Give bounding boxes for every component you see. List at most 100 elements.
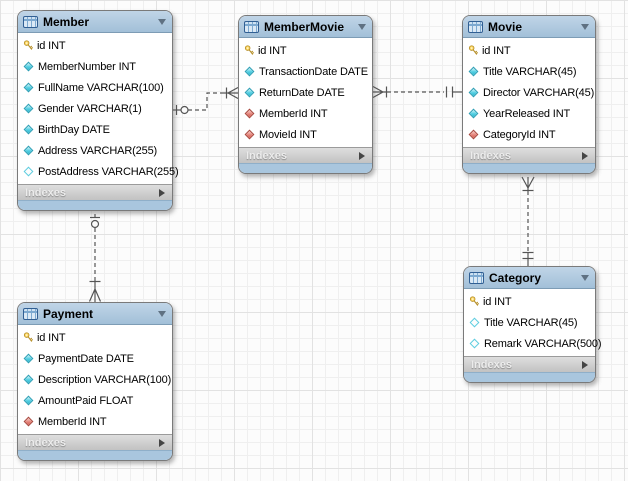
column-row[interactable]: id INT [18,35,172,56]
column-notnull-icon [24,375,34,385]
column-row[interactable]: MemberId INT [18,411,172,432]
column-label: Director VARCHAR(45) [483,87,594,99]
column-label: Gender VARCHAR(1) [38,103,142,115]
foreign-key-icon [24,417,34,427]
column-notnull-icon [24,83,34,93]
relationship-movie-category[interactable] [522,177,534,266]
primary-key-icon [469,296,480,307]
column-notnull-icon [24,62,34,72]
column-row[interactable]: Director VARCHAR(45) [463,82,595,103]
column-row[interactable]: Address VARCHAR(255) [18,140,172,161]
table-icon [23,308,38,320]
column-notnull-icon [469,67,479,77]
foreign-key-icon [245,109,255,119]
indexes-expand-icon[interactable] [159,439,165,447]
table-icon [23,16,38,28]
column-row[interactable]: Gender VARCHAR(1) [18,98,172,119]
column-list: id INT Title VARCHAR(45) Remark VARCHAR(… [464,289,595,356]
primary-key-icon [23,40,34,51]
column-row[interactable]: id INT [463,40,595,61]
indexes-row[interactable]: Indexes [464,356,595,372]
column-row[interactable]: FullName VARCHAR(100) [18,77,172,98]
column-row[interactable]: MemberNumber INT [18,56,172,77]
table-membermovie[interactable]: MemberMovie id INT TransactionDate DATE … [238,15,373,174]
indexes-row[interactable]: Indexes [239,147,372,163]
column-row[interactable]: ReturnDate DATE [239,82,372,103]
relationship-membermovie-movie[interactable] [373,87,462,98]
column-notnull-icon [469,88,479,98]
column-row[interactable]: Title VARCHAR(45) [463,61,595,82]
table-payment[interactable]: Payment id INT PaymentDate DATE Descript… [17,302,173,461]
column-row[interactable]: PaymentDate DATE [18,348,172,369]
column-row[interactable]: MovieId INT [239,124,372,145]
collapse-caret-icon[interactable] [581,24,589,30]
column-row[interactable]: BirthDay DATE [18,119,172,140]
primary-key-icon [468,45,479,56]
column-label: Title VARCHAR(45) [483,66,576,78]
table-header[interactable]: Member [18,11,172,33]
table-header[interactable]: Category [464,267,595,289]
table-header[interactable]: Movie [463,16,595,38]
indexes-row[interactable]: Indexes [18,184,172,200]
column-row[interactable]: Description VARCHAR(100) [18,369,172,390]
table-footer [18,450,172,460]
column-row[interactable]: YearReleased INT [463,103,595,124]
table-footer [18,200,172,210]
primary-key-icon [244,45,255,56]
collapse-caret-icon[interactable] [158,311,166,317]
primary-key-icon [23,332,34,343]
column-label: PostAddress VARCHAR(255) [38,166,178,178]
column-row[interactable]: id INT [464,291,595,312]
column-notnull-icon [245,88,255,98]
column-row[interactable]: Remark VARCHAR(500) [464,333,595,354]
column-label: ReturnDate DATE [259,87,345,99]
column-row[interactable]: id INT [239,40,372,61]
column-label: MemberId INT [38,416,107,428]
column-label: MovieId INT [259,129,317,141]
column-row[interactable]: id INT [18,327,172,348]
collapse-caret-icon[interactable] [358,24,366,30]
column-label: Address VARCHAR(255) [38,145,157,157]
column-notnull-icon [24,125,34,135]
relationship-member-payment[interactable] [90,214,101,302]
table-header[interactable]: MemberMovie [239,16,372,38]
column-label: MemberNumber INT [38,61,136,73]
indexes-label: Indexes [470,150,511,162]
column-label: YearReleased INT [483,108,570,120]
column-label: CategoryId INT [483,129,555,141]
column-list: id INT TransactionDate DATE ReturnDate D… [239,38,372,147]
table-category[interactable]: Category id INT Title VARCHAR(45) Remark… [463,266,596,383]
table-member[interactable]: Member id INT MemberNumber INT FullName … [17,10,173,211]
indexes-row[interactable]: Indexes [18,434,172,450]
eer-canvas[interactable]: Member id INT MemberNumber INT FullName … [0,0,628,481]
column-row[interactable]: Title VARCHAR(45) [464,312,595,333]
column-label: MemberId INT [259,108,328,120]
indexes-expand-icon[interactable] [359,152,365,160]
column-label: id INT [258,45,286,57]
column-label: PaymentDate DATE [38,353,134,365]
column-row[interactable]: CategoryId INT [463,124,595,145]
column-label: Description VARCHAR(100) [38,374,171,386]
column-nullable-icon [470,318,480,328]
column-label: id INT [37,40,65,52]
indexes-row[interactable]: Indexes [463,147,595,163]
indexes-expand-icon[interactable] [159,189,165,197]
collapse-caret-icon[interactable] [581,275,589,281]
indexes-label: Indexes [25,187,66,199]
table-icon [468,21,483,33]
table-movie[interactable]: Movie id INT Title VARCHAR(45) Director … [462,15,596,174]
indexes-label: Indexes [25,437,66,449]
column-nullable-icon [470,339,480,349]
column-row[interactable]: PostAddress VARCHAR(255) [18,161,172,182]
column-notnull-icon [24,354,34,364]
column-row[interactable]: MemberId INT [239,103,372,124]
indexes-expand-icon[interactable] [582,152,588,160]
table-header[interactable]: Payment [18,303,172,325]
column-row[interactable]: TransactionDate DATE [239,61,372,82]
collapse-caret-icon[interactable] [158,19,166,25]
relationship-member-membermovie[interactable] [173,88,238,116]
table-title: MemberMovie [264,20,344,34]
indexes-expand-icon[interactable] [582,361,588,369]
column-label: id INT [482,45,510,57]
column-row[interactable]: AmountPaid FLOAT [18,390,172,411]
